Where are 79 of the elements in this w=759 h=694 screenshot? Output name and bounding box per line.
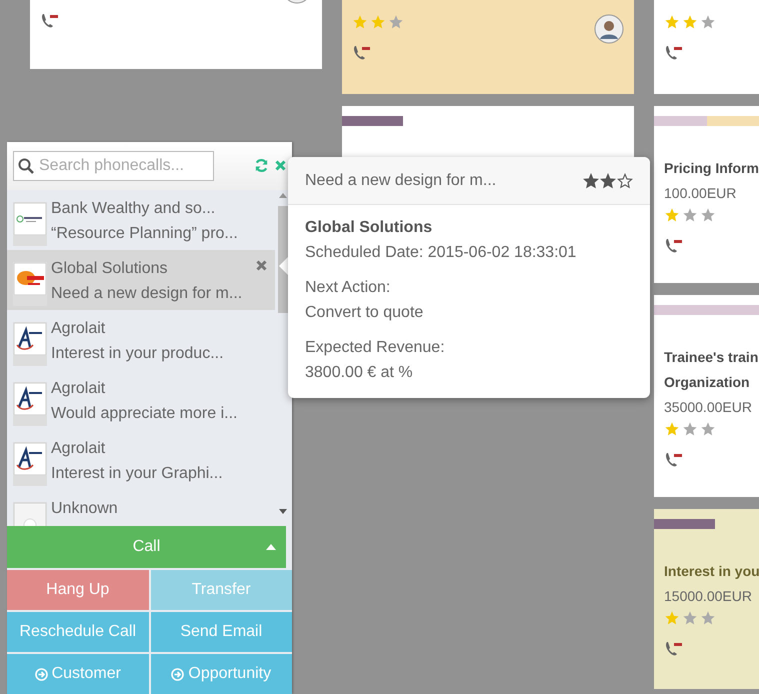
star-icon[interactable]	[700, 610, 716, 626]
phonecall-item[interactable]: Agrolait Would appreciate more i...	[7, 370, 275, 430]
caller-name: Agrolait	[51, 318, 106, 339]
caller-name: Unknown	[51, 498, 118, 519]
call-description: Would appreciate more i...	[51, 404, 238, 424]
field-label: Next Action:	[305, 278, 392, 298]
call-description: Interest in your Graphi...	[51, 464, 223, 484]
star-icon[interactable]	[682, 207, 698, 223]
priority-stars[interactable]	[583, 172, 633, 188]
caret-icon	[266, 544, 276, 550]
caller-name: Agrolait	[51, 378, 106, 399]
popover-title: Need a new design for m...	[305, 172, 496, 190]
caller-name: Bank Wealthy and so...	[51, 198, 216, 219]
company-logo	[14, 502, 46, 526]
priority-stars[interactable]	[664, 421, 716, 437]
remove-icon[interactable]	[256, 260, 267, 271]
phonecall-item[interactable]: Bank Wealthy and so... “Resource Planning” pro...	[7, 190, 275, 250]
action-button[interactable]: Hang Up	[7, 570, 148, 610]
call-description: Interest in your produc...	[51, 344, 224, 364]
star-icon[interactable]	[682, 610, 698, 626]
company-logo	[14, 322, 46, 355]
star-icon[interactable]	[600, 172, 616, 188]
company-logo	[14, 442, 46, 475]
phone-icon[interactable]	[664, 237, 684, 253]
card-title: Interest in you	[664, 562, 759, 581]
company-logo	[14, 382, 46, 415]
kanban-card[interactable]: Pricing Inform 100.00EUR	[654, 106, 759, 283]
star-icon[interactable]	[700, 421, 716, 437]
star-icon[interactable]	[700, 14, 716, 30]
arrow-circle-icon	[34, 668, 48, 680]
star-icon[interactable]	[617, 172, 633, 188]
star-icon[interactable]	[682, 421, 698, 437]
star-icon[interactable]	[664, 421, 680, 437]
phonecall-item[interactable]: Agrolait Interest in your produc...	[7, 310, 275, 370]
star-icon[interactable]	[682, 14, 698, 30]
call-button[interactable]: Call	[7, 526, 286, 568]
card-title: Organization	[664, 373, 751, 392]
company-logo	[14, 202, 46, 235]
call-description: Need a new design for m...	[51, 284, 242, 304]
refresh-icon[interactable]	[254, 158, 269, 174]
priority-stars[interactable]	[352, 14, 404, 30]
card-title: Pricing Inform	[664, 159, 759, 178]
partner-name: Global Solutions	[305, 218, 434, 238]
priority-stars[interactable]	[664, 610, 716, 626]
star-icon[interactable]	[664, 207, 680, 223]
search-field[interactable]: Search phonecalls...	[13, 150, 214, 181]
caller-name: Agrolait	[51, 438, 106, 459]
phone-icon[interactable]	[664, 451, 684, 467]
scheduled-date: Scheduled Date: 2015-06-02 18:33:01	[305, 243, 578, 263]
priority-stars[interactable]	[664, 207, 716, 223]
star-icon[interactable]	[352, 14, 368, 30]
field-label: Expected Revenue:	[305, 338, 446, 358]
phonecall-item[interactable]: Global Solutions Need a new design for m...	[7, 250, 275, 310]
card-amount: 100.00EUR	[664, 184, 738, 203]
kanban-card[interactable]: Trainee's train Organization 35000.00EUR	[654, 295, 759, 497]
call-description: “Resource Planning” pro...	[51, 224, 238, 244]
close-icon[interactable]	[275, 160, 286, 172]
phone-icon[interactable]	[664, 44, 684, 60]
star-icon[interactable]	[388, 14, 404, 30]
arrow-circle-icon	[171, 668, 184, 680]
phone-icon[interactable]	[664, 640, 684, 656]
search-icon	[18, 158, 34, 174]
card-title: Trainee's train	[664, 348, 759, 367]
company-logo	[14, 262, 46, 295]
card-amount: 35000.00EUR	[664, 398, 753, 417]
star-icon[interactable]	[370, 14, 386, 30]
star-icon[interactable]	[583, 172, 599, 188]
star-icon[interactable]	[700, 207, 716, 223]
star-icon[interactable]	[664, 610, 680, 626]
card-amount: 15000.00EUR	[664, 587, 753, 606]
caller-name: Global Solutions	[51, 258, 169, 279]
phone-icon[interactable]	[352, 44, 372, 60]
next-action: Convert to quote	[305, 303, 424, 323]
expected-revenue: 3800.00 € at %	[305, 363, 414, 383]
phone-icon[interactable]	[40, 12, 60, 28]
priority-stars[interactable]	[664, 14, 716, 30]
kanban-card[interactable]: Interest in you 15000.00EUR	[654, 509, 759, 689]
phonecall-item[interactable]: Agrolait Interest in your Graphi...	[7, 430, 275, 490]
star-icon[interactable]	[664, 14, 680, 30]
